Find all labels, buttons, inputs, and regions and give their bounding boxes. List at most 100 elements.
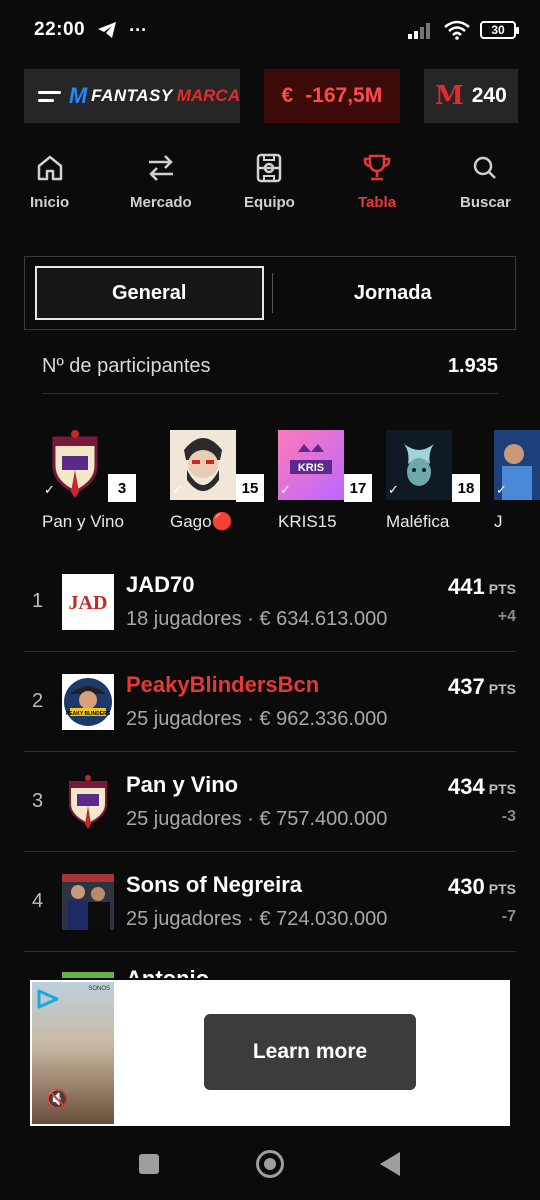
hamburger-icon[interactable] [38, 90, 61, 102]
main-nav: Inicio Mercado Equipo Tabla Buscar [0, 152, 540, 222]
ad-choices-icon[interactable] [36, 988, 60, 1010]
favorite-item[interactable]: ✓ 3 Pan y Vino [42, 430, 142, 532]
signal-icon [408, 23, 430, 39]
marca-points-button[interactable]: M 240 [423, 69, 518, 123]
nav-label: Equipo [244, 194, 295, 211]
search-icon [474, 156, 497, 179]
favorite-item[interactable]: ✓ 18 Maléfica [386, 430, 486, 532]
brand-marca-text: MARCA [176, 86, 240, 105]
home-button[interactable] [256, 1150, 284, 1178]
pts-label: PTS [488, 581, 516, 597]
team-points: 434 [448, 774, 485, 799]
nav-label: Tabla [358, 194, 397, 211]
transfer-arrows-icon [148, 155, 173, 181]
rank-position: 4 [32, 890, 44, 912]
status-bar: 22:00 ··· 30 [0, 0, 540, 60]
team-avatar: JAD [62, 573, 114, 630]
rank-position: 2 [32, 690, 44, 712]
ranking-tabs: General Jornada [24, 256, 516, 330]
ranking-list: 1 JAD JAD70 18 jugadores · € 634.613.000… [24, 552, 516, 952]
nav-label: Inicio [30, 194, 70, 211]
battery-icon: 30 [480, 21, 519, 39]
wifi-icon [444, 20, 470, 40]
learn-more-button[interactable]: Learn more [204, 1014, 416, 1090]
favorites-carousel[interactable]: ✓ 3 Pan y Vino ✓ 15 Gago🔴 KRIS ✓ 17 KRIS… [42, 430, 540, 540]
favorite-name: J [494, 512, 503, 531]
marca-m-icon: M [434, 81, 464, 111]
nav-label: Mercado [130, 194, 192, 211]
brand-menu[interactable]: M FANTASY MARCA [24, 69, 240, 123]
nav-tabla[interactable]: Tabla [358, 152, 396, 211]
favorite-item[interactable]: ✓ 15 Gago🔴 [170, 430, 270, 532]
pts-label: PTS [488, 681, 516, 697]
favorite-name: KRIS15 [278, 512, 337, 531]
recents-button[interactable] [139, 1154, 159, 1174]
team-crest-avatar: ✓ 3 [42, 430, 136, 502]
nav-equipo[interactable]: Equipo [244, 152, 295, 211]
ranking-row[interactable]: 1 JAD JAD70 18 jugadores · € 634.613.000… [24, 552, 516, 652]
telegram-icon [98, 22, 117, 38]
status-time: 22:00 [34, 19, 86, 40]
rank-position: 3 [32, 790, 44, 812]
fantasy-marca-logo: M FANTASY MARCA [69, 83, 240, 109]
svg-text:KRIS: KRIS [298, 462, 324, 474]
nav-inicio[interactable]: Inicio [30, 152, 69, 211]
nav-label: Buscar [460, 194, 511, 211]
team-points: 430 [448, 874, 485, 899]
team-name: JAD70 [126, 572, 195, 597]
position-badge: 3 [108, 474, 136, 502]
rank-position: 1 [32, 590, 44, 612]
ranking-row[interactable]: 4 Sons of Negreira 25 jugadores · € 724.… [24, 852, 516, 952]
ad-video-thumbnail[interactable]: SONOS 🔇 [32, 982, 114, 1124]
team-meta: 25 jugadores · € 962.336.000 [126, 708, 388, 730]
team-points: 437 [448, 674, 485, 699]
balance-value: -167,5M [305, 84, 383, 107]
mute-icon[interactable]: 🔇 [46, 1089, 68, 1110]
check-icon: ✓ [172, 482, 183, 497]
team-avatar [62, 873, 114, 930]
ad-banner: SONOS 🔇 Learn more [0, 978, 540, 1138]
points-delta: -3 [501, 808, 516, 825]
favorite-item[interactable]: ✓ J [494, 430, 540, 532]
ranking-row[interactable]: 3 Pan y Vino 25 jugadores · € 757.400.00… [24, 752, 516, 852]
home-icon [37, 155, 62, 181]
check-icon: ✓ [388, 482, 399, 497]
pitch-icon [257, 153, 282, 183]
participants-row: Nº de participantes 1.935 [42, 340, 498, 394]
ad-container[interactable]: SONOS 🔇 Learn more [30, 980, 510, 1126]
svg-text:PEAKY BLINDERS: PEAKY BLINDERS [66, 711, 111, 717]
brand-fantasy-text: FANTASY [91, 86, 173, 105]
balance-button[interactable]: € -167,5M [264, 69, 400, 123]
team-name: PeakyBlindersBcn [126, 672, 320, 697]
team-avatar: PEAKY BLINDERS [62, 673, 114, 730]
position-badge: 17 [344, 474, 372, 502]
battery-level: 30 [491, 23, 505, 37]
check-icon: ✓ [496, 482, 507, 497]
points-delta: -7 [501, 908, 516, 925]
favorite-name: Gago🔴 [170, 512, 233, 531]
points-delta: +4 [497, 608, 516, 625]
malefica-logo-avatar: ✓ 18 [386, 430, 480, 502]
movistar-logo-icon: M [68, 83, 88, 108]
pts-label: PTS [488, 781, 516, 797]
position-badge: 18 [452, 474, 480, 502]
svg-text:JAD: JAD [69, 592, 108, 614]
team-meta: 25 jugadores · € 724.030.000 [126, 908, 388, 930]
favorite-item[interactable]: KRIS ✓ 17 KRIS15 [278, 430, 378, 532]
player-photo-avatar: ✓ [494, 430, 540, 500]
marca-points-value: 240 [471, 84, 507, 107]
check-icon: ✓ [280, 482, 291, 497]
nav-mercado[interactable]: Mercado [130, 152, 192, 211]
ranking-row[interactable]: 2 PEAKY BLINDERS PeakyBlindersBcn 25 jug… [24, 652, 516, 752]
euro-icon: € [281, 84, 294, 107]
team-meta: 18 jugadores · € 634.613.000 [126, 608, 388, 630]
position-badge: 15 [236, 474, 264, 502]
favorite-name: Pan y Vino [42, 512, 124, 531]
team-name: Pan y Vino [126, 772, 239, 797]
tab-divider [271, 273, 273, 313]
participants-label: Nº de participantes [42, 355, 211, 377]
back-button[interactable] [380, 1152, 400, 1176]
nav-buscar[interactable]: Buscar [460, 152, 511, 211]
tab-general[interactable]: General [35, 266, 264, 320]
tab-jornada[interactable]: Jornada [281, 266, 506, 320]
